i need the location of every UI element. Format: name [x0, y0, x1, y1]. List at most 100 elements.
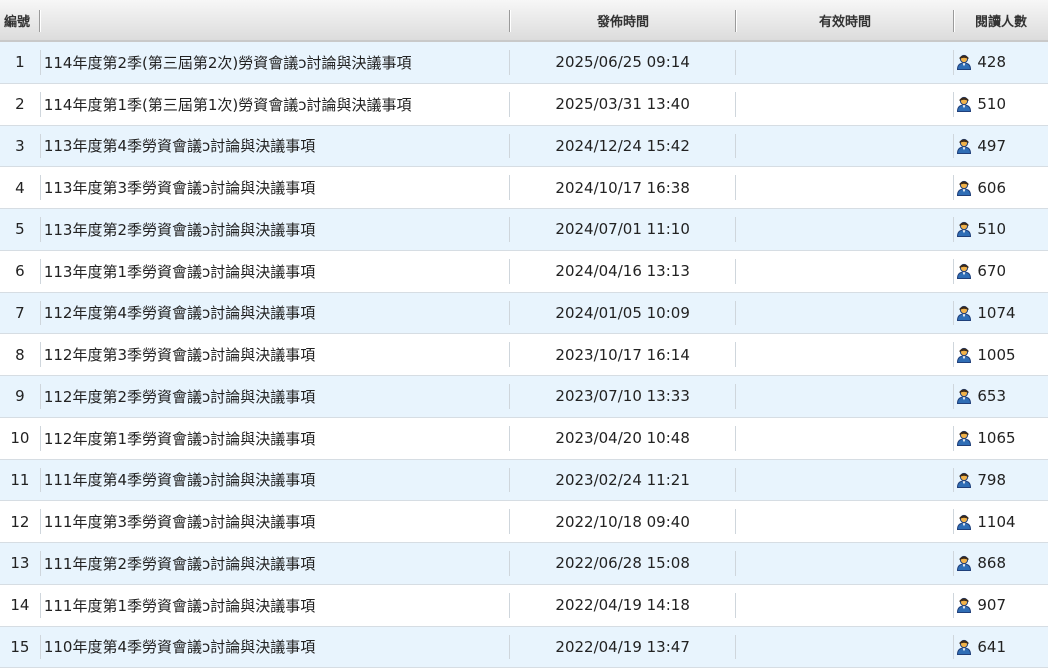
column-divider — [735, 384, 737, 409]
row-publish-time: 2024/07/01 11:10 — [555, 220, 690, 239]
column-divider — [735, 175, 737, 200]
row-publish-time: 2022/10/18 09:40 — [555, 512, 690, 531]
table-row[interactable]: 9 112年度第2季勞資會議ɔ討論與決議事項 2023/07/10 13:33 … — [0, 376, 1048, 418]
row-number: 11 — [10, 470, 30, 489]
row-number: 2 — [15, 95, 25, 114]
table-row[interactable]: 10 112年度第1季勞資會議ɔ討論與決議事項 2023/04/20 10:48… — [0, 417, 1048, 460]
table-header: 編號 發佈時間 有效時間 閱讀人數 — [0, 0, 1048, 42]
row-publish-time: 2025/03/31 13:40 — [555, 95, 690, 114]
row-title-link[interactable]: 111年度第1季勞資會議ɔ討論與決議事項 — [41, 595, 509, 616]
row-title-link[interactable]: 112年度第2季勞資會議ɔ討論與決議事項 — [41, 386, 509, 407]
row-number: 15 — [10, 637, 30, 656]
row-views: 1074 — [954, 304, 1048, 322]
row-publish-time: 2023/10/17 16:14 — [555, 345, 690, 364]
row-title-link[interactable]: 112年度第1季勞資會議ɔ討論與決議事項 — [41, 428, 509, 449]
column-divider — [735, 342, 737, 367]
row-publish-time: 2024/12/24 15:42 — [555, 136, 690, 155]
row-title-link[interactable]: 111年度第2季勞資會議ɔ討論與決議事項 — [41, 553, 509, 574]
row-publish-time: 2022/06/28 15:08 — [555, 554, 690, 573]
row-title-link[interactable]: 113年度第1季勞資會議ɔ討論與決議事項 — [41, 261, 509, 282]
column-divider — [735, 217, 737, 242]
row-title-link[interactable]: 113年度第2季勞資會議ɔ討論與決議事項 — [41, 219, 509, 240]
header-number[interactable]: 編號 — [0, 0, 40, 40]
user-icon — [957, 138, 972, 154]
row-publish-time: 2025/06/25 09:14 — [555, 53, 690, 72]
row-title-link[interactable]: 113年度第4季勞資會議ɔ討論與決議事項 — [41, 135, 509, 156]
row-views: 1005 — [954, 346, 1048, 364]
table-row[interactable]: 11 111年度第4季勞資會議ɔ討論與決議事項 2023/02/24 11:21… — [0, 459, 1048, 502]
table-body: 1 114年度第2季(第三屆第2次)勞資會議ɔ討論與決議事項 2025/06/2… — [0, 42, 1048, 669]
row-views: 428 — [954, 53, 1048, 71]
views-count: 510 — [977, 95, 1007, 114]
row-views: 868 — [954, 554, 1048, 572]
table-row[interactable]: 15 110年度第4季勞資會議ɔ討論與決議事項 2022/04/19 13:47… — [0, 626, 1048, 669]
row-views: 798 — [954, 471, 1048, 489]
table-row[interactable]: 13 111年度第2季勞資會議ɔ討論與決議事項 2022/06/28 15:08… — [0, 543, 1048, 585]
row-title-link[interactable]: 111年度第4季勞資會議ɔ討論與決議事項 — [41, 469, 509, 490]
table-row[interactable]: 1 114年度第2季(第三屆第2次)勞資會議ɔ討論與決議事項 2025/06/2… — [0, 42, 1048, 84]
user-icon — [957, 639, 972, 655]
row-publish-time: 2022/04/19 14:18 — [555, 596, 690, 615]
row-number: 1 — [15, 53, 25, 72]
header-views[interactable]: 閱讀人數 — [954, 0, 1048, 40]
column-divider — [735, 258, 737, 284]
row-publish-time: 2023/02/24 11:21 — [555, 470, 690, 489]
header-title[interactable] — [40, 0, 510, 40]
user-icon — [957, 264, 972, 280]
table-row[interactable]: 12 111年度第3季勞資會議ɔ討論與決議事項 2022/10/18 09:40… — [0, 501, 1048, 543]
column-divider — [735, 133, 737, 159]
views-count: 798 — [977, 470, 1007, 489]
table-row[interactable]: 8 112年度第3季勞資會議ɔ討論與決議事項 2023/10/17 16:14 … — [0, 334, 1048, 376]
user-icon — [957, 472, 972, 488]
row-views: 497 — [954, 137, 1048, 155]
user-icon — [957, 598, 972, 614]
row-number: 10 — [10, 429, 30, 448]
views-count: 428 — [977, 53, 1007, 72]
column-divider — [735, 425, 737, 451]
views-count: 653 — [977, 387, 1007, 406]
row-title-link[interactable]: 112年度第3季勞資會議ɔ討論與決議事項 — [41, 344, 509, 365]
row-title-link[interactable]: 112年度第4季勞資會議ɔ討論與決議事項 — [41, 302, 509, 323]
table-row[interactable]: 2 114年度第1季(第三屆第1次)勞資會議ɔ討論與決議事項 2025/03/3… — [0, 83, 1048, 126]
column-divider — [735, 509, 737, 534]
user-icon — [957, 97, 972, 113]
views-count: 606 — [977, 178, 1007, 197]
header-valid-time[interactable]: 有效時間 — [736, 0, 954, 40]
row-views: 907 — [954, 596, 1048, 614]
column-divider — [735, 551, 737, 576]
row-views: 510 — [954, 95, 1048, 113]
views-count: 907 — [977, 596, 1007, 615]
table-row[interactable]: 4 113年度第3季勞資會議ɔ討論與決議事項 2024/10/17 16:38 … — [0, 167, 1048, 209]
table-row[interactable]: 14 111年度第1季勞資會議ɔ討論與決議事項 2022/04/19 14:18… — [0, 584, 1048, 627]
row-views: 606 — [954, 179, 1048, 197]
row-title-link[interactable]: 110年度第4季勞資會議ɔ討論與決議事項 — [41, 636, 509, 657]
table-row[interactable]: 3 113年度第4季勞資會議ɔ討論與決議事項 2024/12/24 15:42 … — [0, 125, 1048, 168]
row-publish-time: 2022/04/19 13:47 — [555, 637, 690, 656]
column-divider — [735, 300, 737, 326]
table-row[interactable]: 5 113年度第2季勞資會議ɔ討論與決議事項 2024/07/01 11:10 … — [0, 209, 1048, 251]
row-number: 13 — [10, 554, 30, 573]
table-row[interactable]: 7 112年度第4季勞資會議ɔ討論與決議事項 2024/01/05 10:09 … — [0, 292, 1048, 335]
row-publish-time: 2023/07/10 13:33 — [555, 387, 690, 406]
user-icon — [957, 514, 972, 530]
column-divider — [735, 50, 737, 75]
views-count: 1005 — [977, 345, 1016, 364]
user-icon — [957, 55, 972, 71]
views-count: 641 — [977, 637, 1007, 656]
row-title-link[interactable]: 114年度第1季(第三屆第1次)勞資會議ɔ討論與決議事項 — [41, 94, 509, 115]
row-publish-time: 2024/10/17 16:38 — [555, 178, 690, 197]
table-row[interactable]: 6 113年度第1季勞資會議ɔ討論與決議事項 2024/04/16 13:13 … — [0, 250, 1048, 293]
row-views: 510 — [954, 220, 1048, 238]
row-title-link[interactable]: 113年度第3季勞資會議ɔ討論與決議事項 — [41, 177, 509, 198]
row-publish-time: 2023/04/20 10:48 — [555, 429, 690, 448]
views-count: 868 — [977, 554, 1007, 573]
user-icon — [957, 389, 972, 405]
row-title-link[interactable]: 111年度第3季勞資會議ɔ討論與決議事項 — [41, 511, 509, 532]
row-number: 3 — [15, 136, 25, 155]
row-title-link[interactable]: 114年度第2季(第三屆第2次)勞資會議ɔ討論與決議事項 — [41, 52, 509, 73]
row-number: 8 — [15, 345, 25, 364]
user-icon — [957, 347, 972, 363]
row-views: 641 — [954, 638, 1048, 656]
column-divider — [735, 592, 737, 618]
header-publish-time[interactable]: 發佈時間 — [510, 0, 736, 40]
